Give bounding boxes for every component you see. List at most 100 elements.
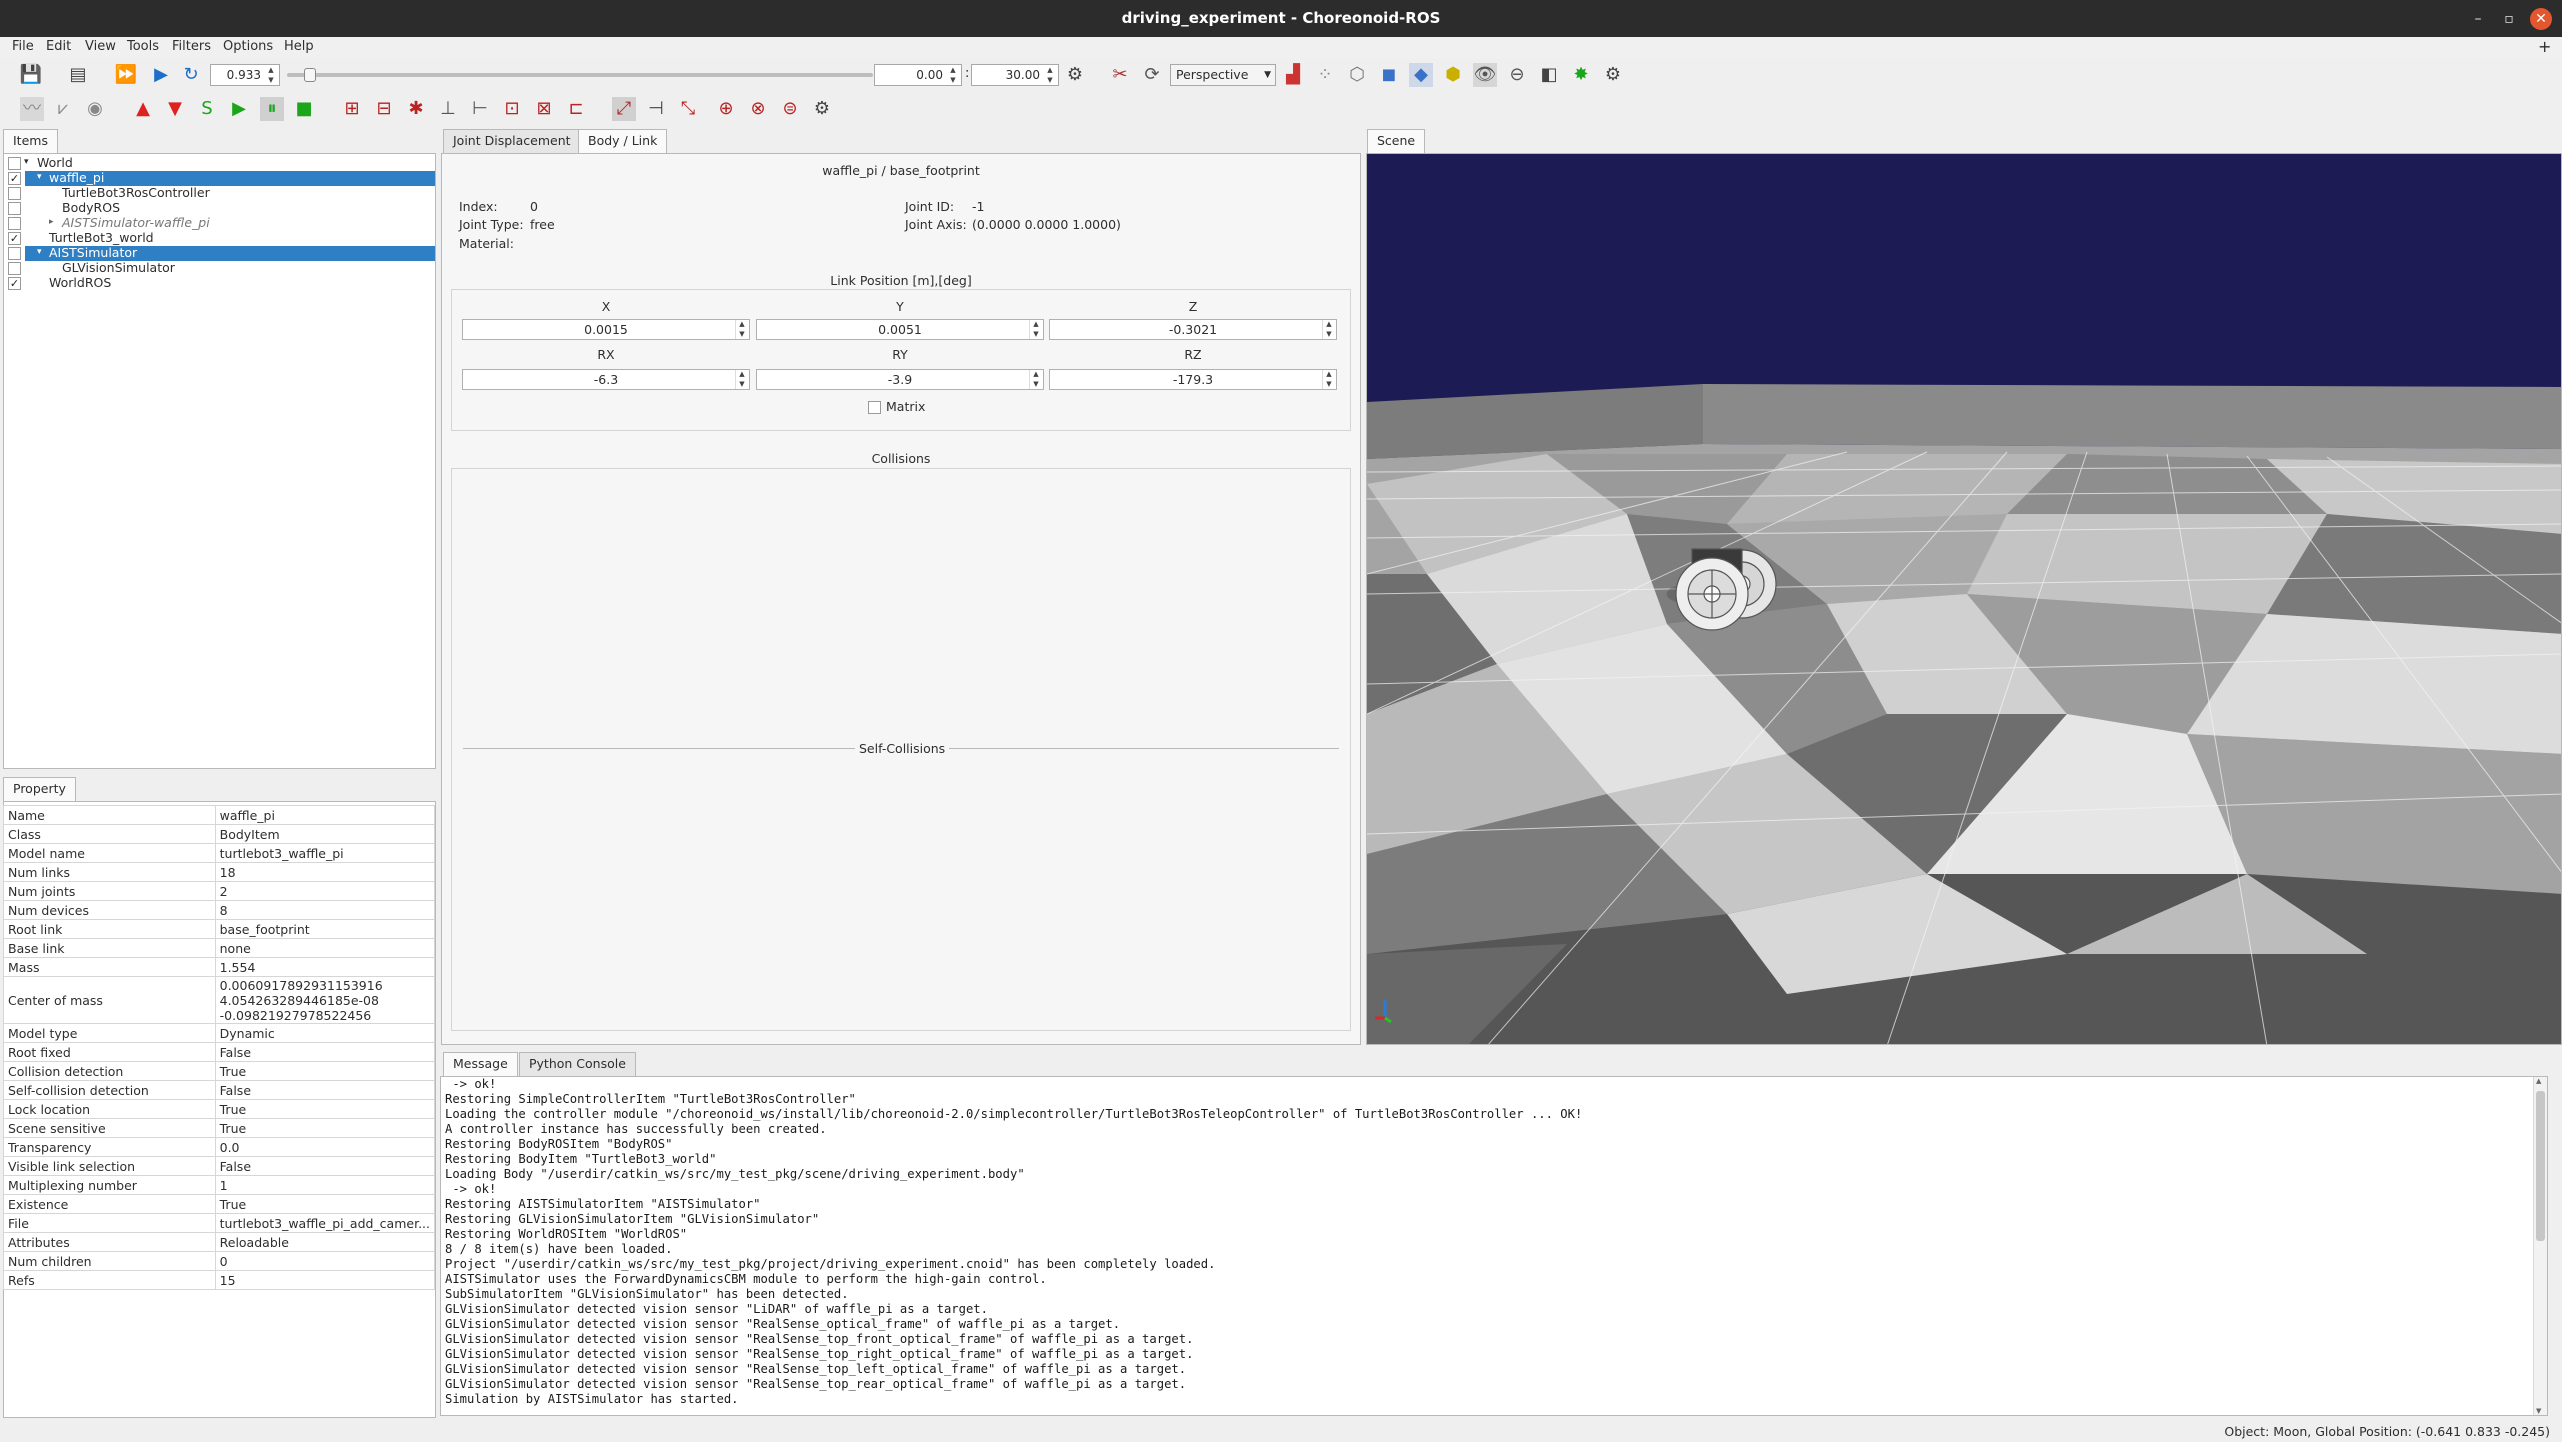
item-checkbox[interactable] xyxy=(8,202,21,215)
tab-python-console[interactable]: Python Console xyxy=(519,1052,636,1076)
message-log[interactable]: -> ok! Restoring SimpleControllerItem "Tu… xyxy=(440,1076,2548,1416)
play-step-icon[interactable]: ▶ xyxy=(227,97,251,121)
tree-item-controller[interactable]: TurtleBot3RosController xyxy=(62,185,210,200)
refresh-icon[interactable]: ↻ xyxy=(179,63,203,87)
property-value[interactable]: 2 xyxy=(214,881,436,901)
rotation-ry-field[interactable]: -3.9 ▲ ▼ xyxy=(756,369,1044,390)
time-step-field[interactable]: 0.933 ▲ ▼ xyxy=(210,64,280,86)
tab-scene[interactable]: Scene xyxy=(1367,129,1426,154)
menu-file[interactable]: File xyxy=(12,39,34,54)
ik-icon[interactable]: ⤡ xyxy=(676,97,700,121)
property-value[interactable]: False xyxy=(214,1042,436,1062)
item-checkbox[interactable] xyxy=(8,262,21,275)
item-checkbox[interactable] xyxy=(8,217,21,230)
property-value[interactable]: True xyxy=(214,1061,436,1081)
property-value[interactable]: 0.0060917892931153916 4.054263289446185e… xyxy=(214,976,436,1024)
tree-item-waffle-pi[interactable]: waffle_pi xyxy=(49,170,104,185)
property-value[interactable]: Dynamic xyxy=(214,1023,436,1043)
property-row[interactable]: Visible link selection False xyxy=(3,1156,436,1176)
rotation-rz-field[interactable]: -179.3 ▲ ▼ xyxy=(1049,369,1337,390)
robot-down-icon[interactable]: ▼ xyxy=(163,97,187,121)
tab-body-link[interactable]: Body / Link xyxy=(578,129,668,154)
grid-dots-icon[interactable]: ⁘ xyxy=(1313,63,1337,87)
menu-help[interactable]: Help xyxy=(284,39,314,54)
scene-settings-icon[interactable]: ⚙ xyxy=(1601,63,1625,87)
property-value[interactable]: 15 xyxy=(214,1270,436,1290)
tree-item-bodyros[interactable]: BodyROS xyxy=(62,200,120,215)
property-row[interactable]: Num links 18 xyxy=(3,862,436,882)
link-tool-3-icon[interactable]: ✱ xyxy=(404,97,428,121)
scroll-down-icon[interactable]: ▼ xyxy=(2536,1407,2541,1415)
visibility-icon[interactable]: 👁 xyxy=(1473,63,1497,87)
position-x-field[interactable]: 0.0015 ▲ ▼ xyxy=(462,319,750,340)
time-slider-handle[interactable] xyxy=(304,68,317,82)
joint-icon[interactable]: ⊣ xyxy=(644,97,668,121)
property-value[interactable]: turtlebot3_waffle_pi xyxy=(214,843,436,863)
robot-up-icon[interactable]: ▲ xyxy=(131,97,155,121)
scrollbar-thumb[interactable] xyxy=(2536,1091,2545,1241)
property-row[interactable]: Root fixed False xyxy=(3,1042,436,1062)
menu-options[interactable]: Options xyxy=(223,39,273,54)
save-icon[interactable]: 💾 xyxy=(19,63,43,87)
tab-joint-displacement[interactable]: Joint Displacement xyxy=(443,129,581,153)
property-value[interactable]: 0 xyxy=(214,1251,436,1271)
step-icon[interactable]: S xyxy=(195,97,219,121)
message-scrollbar[interactable]: ▲ ▼ xyxy=(2533,1077,2547,1415)
time-start-field[interactable]: 0.00 ▲ ▼ xyxy=(874,64,962,86)
project-icon[interactable]: ▤ xyxy=(66,63,90,87)
property-row[interactable]: Refs 15 xyxy=(3,1270,436,1290)
property-row[interactable]: Lock location True xyxy=(3,1099,436,1119)
link-tool-7-icon[interactable]: ⊠ xyxy=(532,97,556,121)
item-checkbox[interactable]: ✓ xyxy=(8,232,21,245)
time-slider[interactable] xyxy=(287,68,873,82)
property-row[interactable]: Model name turtlebot3_waffle_pi xyxy=(3,843,436,863)
waveform-icon[interactable]: 〰 xyxy=(20,97,44,121)
property-value[interactable]: True xyxy=(214,1099,436,1119)
property-value[interactable]: 1.554 xyxy=(214,957,436,977)
property-value[interactable]: turtlebot3_waffle_pi_add_camer... xyxy=(214,1213,436,1233)
link-tool-4-icon[interactable]: ⊥ xyxy=(436,97,460,121)
collision-icon[interactable]: ⊗ xyxy=(746,97,770,121)
property-value[interactable]: True xyxy=(214,1194,436,1214)
property-row[interactable]: Attributes Reloadable xyxy=(3,1232,436,1252)
menu-tools[interactable]: Tools xyxy=(127,39,159,54)
item-checkbox[interactable] xyxy=(8,187,21,200)
property-value[interactable]: True xyxy=(214,1118,436,1138)
property-row[interactable]: Num joints 2 xyxy=(3,881,436,901)
expand-arrow-icon[interactable]: ▾ xyxy=(37,170,42,185)
property-value[interactable]: False xyxy=(214,1080,436,1100)
property-row[interactable]: Multiplexing number 1 xyxy=(3,1175,436,1195)
link-tool-1-icon[interactable]: ⊞ xyxy=(340,97,364,121)
property-row[interactable]: Mass 1.554 xyxy=(3,957,436,977)
item-checkbox[interactable]: ✓ xyxy=(8,172,21,185)
property-value[interactable]: 18 xyxy=(214,862,436,882)
view-mode-select[interactable]: Perspective ▼ xyxy=(1170,64,1276,86)
menu-filters[interactable]: Filters xyxy=(172,39,211,54)
light-icon[interactable]: ✸ xyxy=(1569,63,1593,87)
property-value[interactable]: 0.0 xyxy=(214,1137,436,1157)
property-row[interactable]: Transparency 0.0 xyxy=(3,1137,436,1157)
position-z-field[interactable]: -0.3021 ▲ ▼ xyxy=(1049,319,1337,340)
property-row[interactable]: File turtlebot3_waffle_pi_add_camer... xyxy=(3,1213,436,1233)
menu-edit[interactable]: Edit xyxy=(46,39,71,54)
solid-cube-icon[interactable]: ◼ xyxy=(1377,63,1401,87)
tree-item-sim-log[interactable]: AISTSimulator-waffle_pi xyxy=(62,215,210,230)
property-value[interactable]: 8 xyxy=(214,900,436,920)
property-row[interactable]: Scene sensitive True xyxy=(3,1118,436,1138)
minimize-button[interactable]: – xyxy=(2468,9,2488,29)
item-checkbox[interactable]: ✓ xyxy=(8,277,21,290)
tab-message[interactable]: Message xyxy=(443,1052,518,1077)
cube-shaded-icon[interactable]: ◆ xyxy=(1409,63,1433,87)
target-icon[interactable]: ⊕ xyxy=(714,97,738,121)
start-simulation-icon[interactable]: ⏩ xyxy=(114,63,138,87)
scene-view[interactable] xyxy=(1366,153,2562,1045)
expand-arrow-icon[interactable]: ▾ xyxy=(24,155,29,170)
wireframe-icon[interactable]: ⬡ xyxy=(1345,63,1369,87)
add-toolbar-button[interactable]: + xyxy=(2538,37,2551,56)
stop-icon[interactable]: ■ xyxy=(292,97,316,121)
item-checkbox[interactable] xyxy=(8,157,21,170)
property-row[interactable]: Model type Dynamic xyxy=(3,1023,436,1043)
tree-item-world[interactable]: World xyxy=(37,155,73,170)
tab-items[interactable]: Items xyxy=(3,129,58,154)
link-tool-5-icon[interactable]: ⊢ xyxy=(468,97,492,121)
